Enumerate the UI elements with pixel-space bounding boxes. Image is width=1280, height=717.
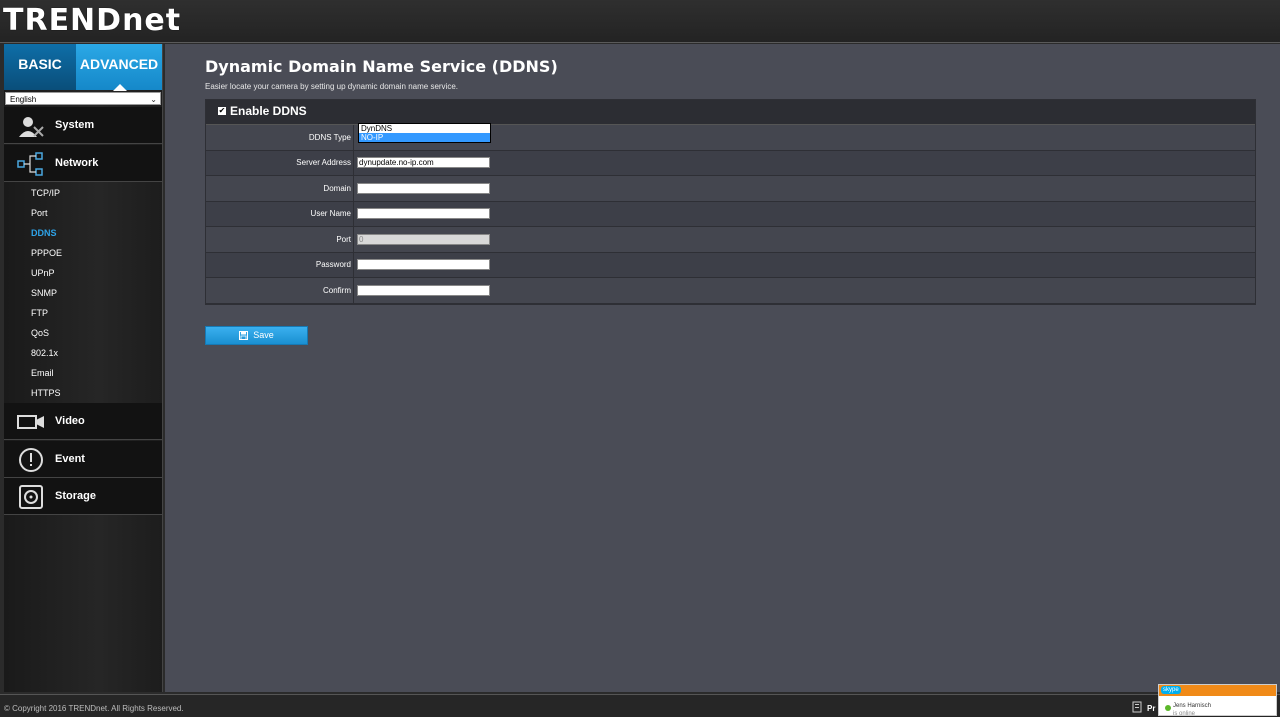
nav-section-label: Event xyxy=(55,453,85,465)
ddns-type-listbox[interactable]: DynDNS NO-IP xyxy=(358,123,491,143)
row-divider xyxy=(353,252,354,277)
skype-contact-status: is online xyxy=(1173,711,1196,717)
nav-item-8021x[interactable]: 802.1x xyxy=(31,347,58,359)
system-tools-icon xyxy=(19,117,44,137)
nav-item-qos[interactable]: QoS xyxy=(31,327,49,339)
storage-disk-icon xyxy=(19,485,43,509)
domain-label: Domain xyxy=(323,184,351,193)
nav-section-event[interactable]: Event xyxy=(4,441,162,478)
enable-ddns-label: Enable DDNS xyxy=(230,104,307,118)
nav-item-ddns[interactable]: DDNS xyxy=(31,227,57,239)
trendnet-logo: TRENDnet xyxy=(3,3,182,38)
server-address-label: Server Address xyxy=(296,158,351,167)
copyright-text: © Copyright 2016 TRENDnet. All Rights Re… xyxy=(4,704,184,713)
skype-contact-name: Jens Harnisch xyxy=(1173,703,1212,709)
chevron-down-icon: ⌄ xyxy=(150,95,157,104)
row-confirm: Confirm xyxy=(206,278,1255,304)
row-password: Password xyxy=(206,252,1255,278)
password-label: Password xyxy=(315,260,351,269)
ddns-type-option-noip[interactable]: NO-IP xyxy=(359,133,490,142)
user-name-label: User Name xyxy=(310,209,351,218)
port-input[interactable] xyxy=(357,234,490,245)
server-address-input[interactable] xyxy=(357,157,490,168)
skype-notification[interactable]: skype Jens Harnisch is online xyxy=(1158,684,1277,717)
row-port: Port xyxy=(206,227,1255,253)
tab-advanced[interactable]: ADVANCED xyxy=(76,44,162,91)
alert-icon xyxy=(19,448,43,472)
row-divider xyxy=(353,227,354,252)
floppy-disk-icon xyxy=(239,331,249,341)
nav-section-label: System xyxy=(55,119,95,131)
nav-section-system[interactable]: System xyxy=(4,107,162,144)
nav-item-upnp[interactable]: UPnP xyxy=(31,267,55,279)
form-rows: DDNS Type Server Address Domain User Nam… xyxy=(206,125,1255,304)
user-name-input[interactable] xyxy=(357,208,490,219)
row-user-name: User Name xyxy=(206,201,1255,227)
nav-item-snmp[interactable]: SNMP xyxy=(31,287,57,299)
ddns-form: ✔ Enable DDNS DDNS Type Server Address D… xyxy=(205,99,1256,305)
password-input[interactable] xyxy=(357,259,490,270)
page-title: Dynamic Domain Name Service (DDNS) xyxy=(205,57,558,76)
row-domain: Domain xyxy=(206,176,1255,202)
header: TRENDnet xyxy=(0,0,1280,43)
nav-item-tcpip[interactable]: TCP/IP xyxy=(31,187,60,199)
nav-section-video[interactable]: Video xyxy=(4,403,162,440)
row-server-address: Server Address xyxy=(206,150,1255,176)
save-button[interactable]: Save xyxy=(205,326,308,345)
save-button-label: Save xyxy=(253,330,274,340)
row-divider xyxy=(353,201,354,226)
nav-item-pppoe[interactable]: PPPOE xyxy=(31,247,62,259)
language-value: English xyxy=(10,95,37,104)
nav-section-label: Video xyxy=(55,415,85,427)
confirm-password-input[interactable] xyxy=(357,285,490,296)
nav-item-port[interactable]: Port xyxy=(31,207,48,219)
confirm-label: Confirm xyxy=(322,286,351,295)
form-header: ✔ Enable DDNS xyxy=(206,100,1255,125)
language-select[interactable]: English ⌄ xyxy=(5,92,161,105)
nav-item-email[interactable]: Email xyxy=(31,367,54,379)
mode-tabs: BASIC ADVANCED xyxy=(4,44,162,91)
nav-item-ftp[interactable]: FTP xyxy=(31,307,48,319)
network-tree-icon xyxy=(17,152,43,176)
port-label: Port xyxy=(336,235,351,244)
enable-ddns-checkbox[interactable]: ✔ xyxy=(218,107,226,115)
video-camera-icon xyxy=(17,415,44,429)
ddns-type-option-dyndns[interactable]: DynDNS xyxy=(359,124,490,133)
nav-item-https[interactable]: HTTPS xyxy=(31,387,61,399)
ddns-type-label: DDNS Type xyxy=(308,133,351,142)
row-divider xyxy=(353,176,354,201)
page-subtitle: Easier locate your camera by setting up … xyxy=(205,82,459,91)
row-divider xyxy=(353,125,354,150)
skype-header-bar: skype xyxy=(1159,685,1276,696)
nav-section-label: Network xyxy=(55,157,99,169)
main-content: Dynamic Domain Name Service (DDNS) Easie… xyxy=(165,44,1280,692)
skype-logo: skype xyxy=(1161,686,1181,694)
sidebar: BASIC ADVANCED English ⌄ System Network … xyxy=(4,44,163,692)
tower-icon[interactable] xyxy=(1132,701,1142,713)
tab-basic[interactable]: BASIC xyxy=(4,44,76,90)
nav-section-label: Storage xyxy=(55,490,96,502)
footer: © Copyright 2016 TRENDnet. All Rights Re… xyxy=(0,694,1280,717)
row-divider xyxy=(353,278,354,303)
online-status-icon xyxy=(1165,705,1171,711)
footer-partial-text: Pr xyxy=(1147,704,1156,713)
row-divider xyxy=(353,150,354,175)
nav-section-storage[interactable]: Storage xyxy=(4,478,162,515)
nav-section-network[interactable]: Network xyxy=(4,145,162,182)
domain-input[interactable] xyxy=(357,183,490,194)
